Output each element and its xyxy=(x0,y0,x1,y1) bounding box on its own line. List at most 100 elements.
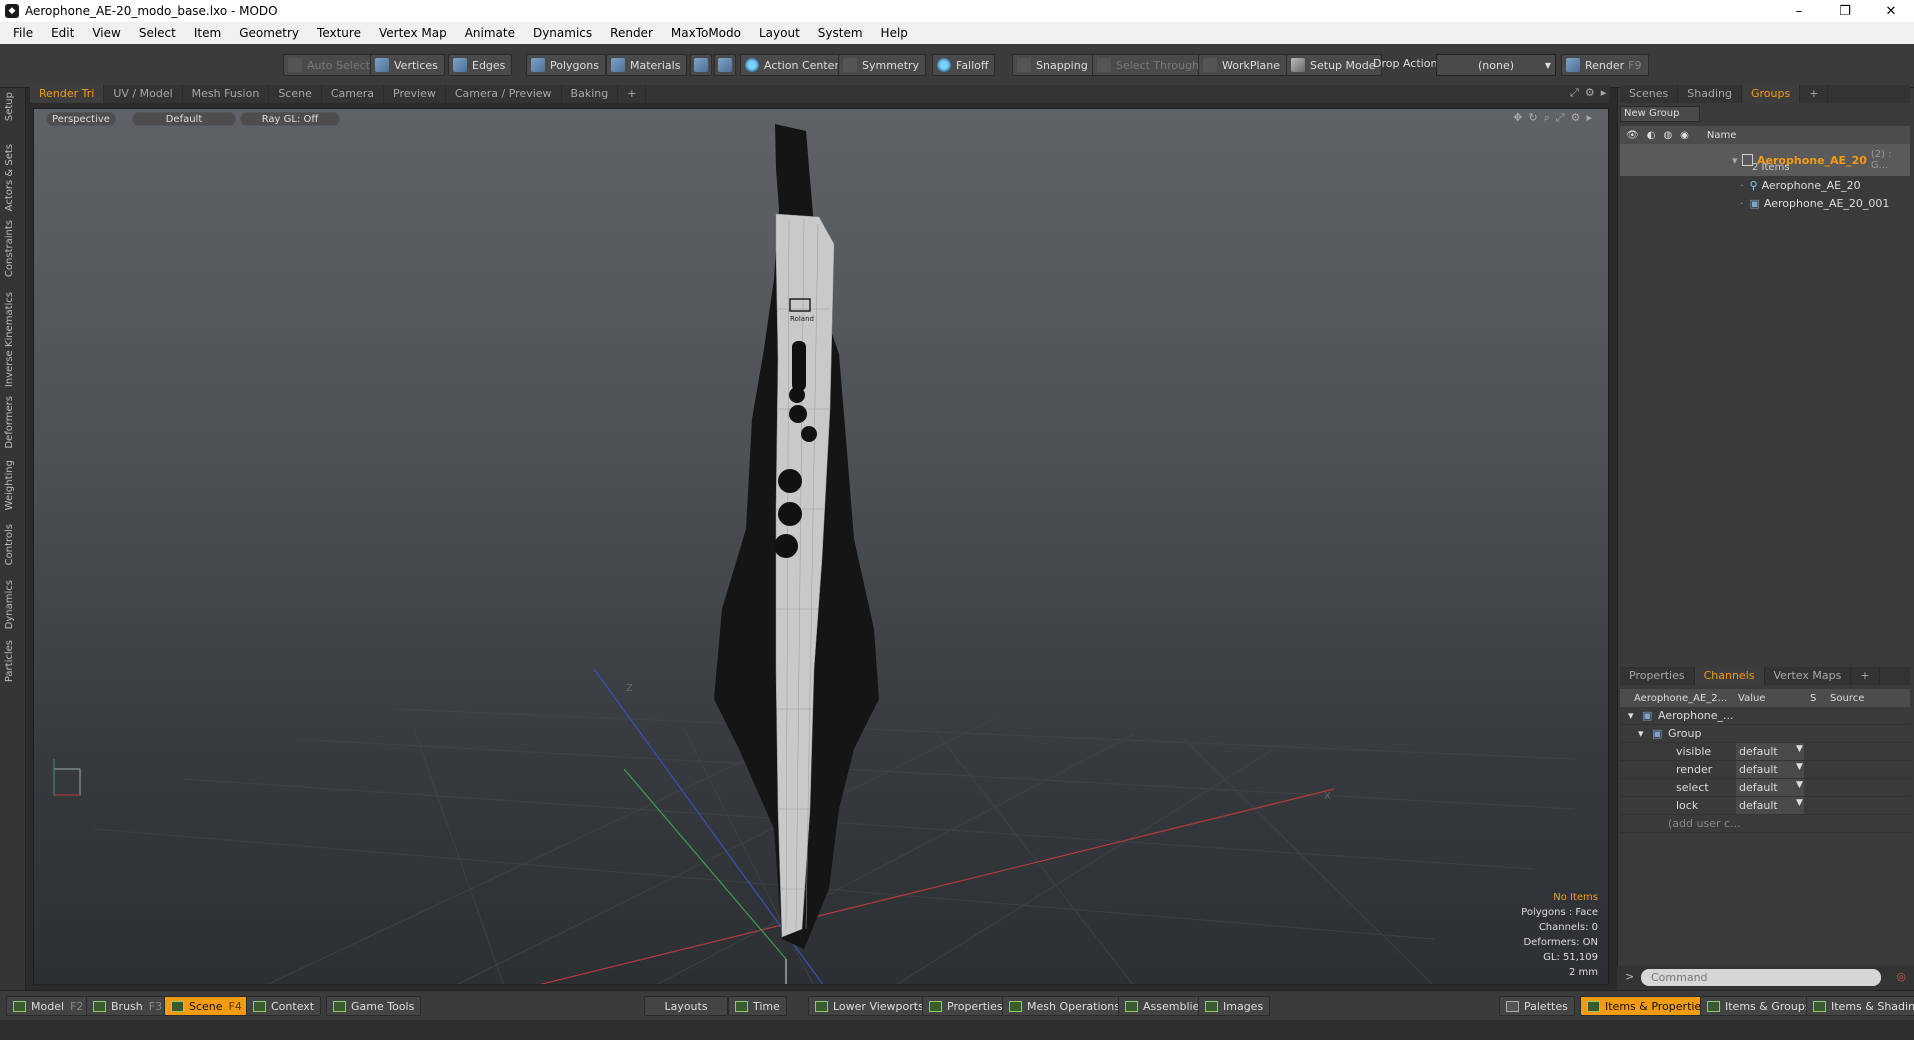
menu-animate[interactable]: Animate xyxy=(456,22,524,44)
expand-icon[interactable]: ⤢ xyxy=(1570,86,1579,100)
menu-dynamics[interactable]: Dynamics xyxy=(524,22,601,44)
tab-vertex-maps[interactable]: Vertex Maps xyxy=(1765,667,1852,685)
strip-setup[interactable]: Setup xyxy=(4,92,15,121)
tab-properties[interactable]: Properties xyxy=(1620,667,1695,685)
channel-value-select[interactable]: default xyxy=(1736,761,1804,778)
channel-item-row[interactable]: ▾ ▣ Aerophone_... xyxy=(1620,707,1910,725)
channel-row-select[interactable]: select default ▼ xyxy=(1620,779,1910,797)
strip-weighting[interactable]: Weighting xyxy=(4,460,15,510)
tab-camera[interactable]: Camera xyxy=(322,85,385,103)
strip-actors-sets[interactable]: Actors & Sets xyxy=(4,144,15,211)
model-layout-button[interactable]: Model F2 xyxy=(6,996,91,1016)
drop-action-select[interactable]: (none) ▼ xyxy=(1436,54,1556,76)
channel-value-select[interactable]: default xyxy=(1736,743,1804,760)
edges-button[interactable]: Edges xyxy=(448,54,513,76)
tab-render-tri[interactable]: Render Tri xyxy=(30,85,105,103)
add-tab-button[interactable]: + xyxy=(1851,667,1880,685)
strip-dynamics[interactable]: Dynamics xyxy=(4,580,15,629)
channel-value-select[interactable]: default xyxy=(1736,797,1804,814)
tab-mesh-fusion[interactable]: Mesh Fusion xyxy=(183,85,270,103)
menu-select[interactable]: Select xyxy=(130,22,185,44)
game-tools-layout-button[interactable]: Game Tools xyxy=(326,996,422,1016)
chevron-down-icon[interactable]: ▼ xyxy=(1796,762,1803,772)
polygons-button[interactable]: Polygons xyxy=(526,54,606,76)
close-button[interactable]: ✕ xyxy=(1868,0,1914,22)
auto-select-button[interactable]: Auto Select xyxy=(283,54,377,76)
tab-channels[interactable]: Channels xyxy=(1694,667,1765,685)
arrow-right-icon[interactable]: ▸ xyxy=(1601,86,1607,100)
menu-help[interactable]: Help xyxy=(872,22,917,44)
images-button[interactable]: Images xyxy=(1198,996,1271,1016)
expand-triangle-icon[interactable]: ▾ xyxy=(1638,727,1644,740)
record-icon[interactable]: ◎ xyxy=(1896,970,1906,983)
chevron-down-icon[interactable]: ▼ xyxy=(1796,744,1803,754)
palettes-button[interactable]: Palettes xyxy=(1499,996,1575,1016)
setup-mode-button[interactable]: Setup Mode xyxy=(1286,54,1383,76)
chevron-down-icon[interactable]: ▼ xyxy=(1796,798,1803,808)
channel-value-select[interactable]: default xyxy=(1736,779,1804,796)
lock-icon[interactable]: ◍ xyxy=(1663,130,1672,141)
menu-system[interactable]: System xyxy=(809,22,872,44)
menu-item[interactable]: Item xyxy=(185,22,230,44)
gear-icon[interactable]: ⚙ xyxy=(1585,86,1595,100)
time-button[interactable]: Time xyxy=(728,996,787,1016)
expand-triangle-icon[interactable]: ▾ xyxy=(1628,709,1634,722)
add-tab-button[interactable]: + xyxy=(1800,85,1829,103)
snapping-button[interactable]: Snapping xyxy=(1012,54,1095,76)
action-center-button[interactable]: Action Center xyxy=(740,54,846,76)
render-toggle-icon[interactable]: ◐ xyxy=(1647,130,1656,141)
render-button[interactable]: Render F9 xyxy=(1561,54,1649,76)
tab-scenes[interactable]: Scenes xyxy=(1620,85,1679,103)
brush-layout-button[interactable]: Brush F3 xyxy=(86,996,170,1016)
select-mode-icon-button[interactable] xyxy=(690,54,712,76)
tab-uv-model[interactable]: UV / Model xyxy=(104,85,183,103)
layouts-button[interactable]: Layouts xyxy=(644,996,728,1016)
maximize-button[interactable]: ❐ xyxy=(1822,0,1868,22)
select-through-button[interactable]: Select Through xyxy=(1092,54,1207,76)
minimize-button[interactable]: – xyxy=(1776,0,1822,22)
tab-preview[interactable]: Preview xyxy=(384,85,446,103)
menu-file[interactable]: File xyxy=(4,22,42,44)
tab-shading[interactable]: Shading xyxy=(1678,85,1742,103)
channel-row-visible[interactable]: visible default ▼ xyxy=(1620,743,1910,761)
materials-button[interactable]: Materials xyxy=(606,54,688,76)
items-shading-button[interactable]: Items & Shading xyxy=(1806,996,1914,1016)
symmetry-button[interactable]: Symmetry xyxy=(838,54,927,76)
select-toggle-icon[interactable]: ◉ xyxy=(1680,130,1689,141)
channel-row-lock[interactable]: lock default ▼ xyxy=(1620,797,1910,815)
menu-view[interactable]: View xyxy=(83,22,129,44)
lower-viewports-button[interactable]: Lower Viewports xyxy=(808,996,931,1016)
add-tab-button[interactable]: + xyxy=(618,85,647,103)
new-group-button[interactable]: New Group xyxy=(1620,106,1700,122)
items-properties-button[interactable]: Items & Properties xyxy=(1580,996,1714,1016)
channel-group-row[interactable]: ▾ ▣ Group xyxy=(1620,725,1910,743)
command-input[interactable]: Command xyxy=(1641,969,1881,986)
scene-layout-button[interactable]: Scene F4 xyxy=(164,996,249,1016)
falloff-button[interactable]: Falloff xyxy=(932,54,996,76)
mesh-operations-button[interactable]: Mesh Operations xyxy=(1002,996,1127,1016)
eye-icon[interactable]: 👁 xyxy=(1626,130,1639,141)
menu-layout[interactable]: Layout xyxy=(750,22,809,44)
menu-render[interactable]: Render xyxy=(601,22,662,44)
menu-vertex-map[interactable]: Vertex Map xyxy=(370,22,456,44)
vertices-button[interactable]: Vertices xyxy=(370,54,445,76)
tab-groups[interactable]: Groups xyxy=(1741,85,1801,103)
menu-texture[interactable]: Texture xyxy=(308,22,370,44)
menu-maxtomodo[interactable]: MaxToModo xyxy=(662,22,750,44)
items-groups-button[interactable]: Items & Groups xyxy=(1700,996,1818,1016)
tab-baking[interactable]: Baking xyxy=(562,85,619,103)
tab-camera-preview[interactable]: Camera / Preview xyxy=(446,85,562,103)
menu-edit[interactable]: Edit xyxy=(42,22,83,44)
strip-inverse-kinematics[interactable]: Inverse Kinematics xyxy=(4,292,15,387)
strip-deformers[interactable]: Deformers xyxy=(4,396,15,449)
pivot-mode-icon-button[interactable] xyxy=(714,54,736,76)
context-layout-button[interactable]: Context xyxy=(246,996,322,1016)
group-child-row[interactable]: · ⚲ Aerophone_AE_20 xyxy=(1620,176,1910,194)
group-child-row[interactable]: · ▣ Aerophone_AE_20_001 xyxy=(1620,194,1910,212)
add-user-channel-row[interactable]: (add user c... xyxy=(1620,815,1910,833)
strip-controls[interactable]: Controls xyxy=(4,524,15,565)
strip-particles[interactable]: Particles xyxy=(4,640,15,682)
menu-geometry[interactable]: Geometry xyxy=(230,22,308,44)
strip-constraints[interactable]: Constraints xyxy=(4,220,15,277)
properties-panel-button[interactable]: Properties xyxy=(922,996,1010,1016)
